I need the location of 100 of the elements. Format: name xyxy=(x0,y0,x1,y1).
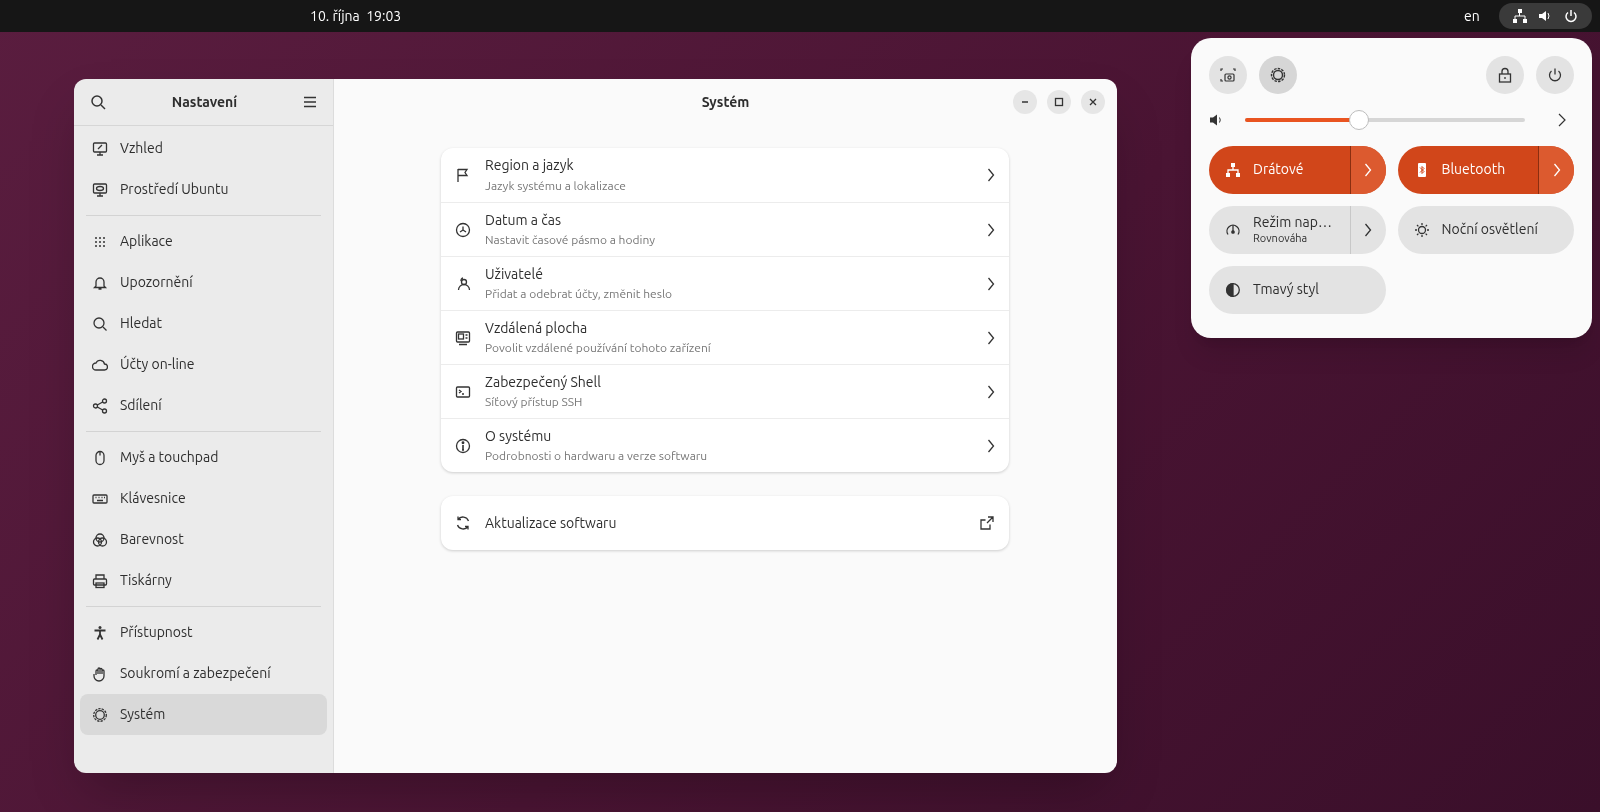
monitor-brush-icon xyxy=(92,140,108,157)
network-icon xyxy=(1225,162,1241,178)
tile-label: Režim nap… xyxy=(1253,213,1332,232)
sidebar-item[interactable]: Hledat xyxy=(80,303,327,344)
sidebar-item[interactable]: Myš a touchpad xyxy=(80,437,327,478)
sidebar-item[interactable]: Systém xyxy=(80,694,327,735)
sidebar-item[interactable]: Upozornění xyxy=(80,262,327,303)
settings-row[interactable]: Region a jazyk Jazyk systému a lokalizace xyxy=(441,148,1009,202)
keyboard-layout[interactable]: en xyxy=(1464,5,1480,27)
person-icon xyxy=(92,624,108,641)
settings-row[interactable]: Uživatelé Přidat a odebrat účty, změnit heslo xyxy=(441,256,1009,310)
tile-label: Tmavý styl xyxy=(1253,281,1319,299)
row-title: Vzdálená plocha xyxy=(485,319,589,338)
menu-icon[interactable] xyxy=(303,96,317,108)
power-icon xyxy=(1547,67,1563,83)
toggle-tile[interactable]: Drátové xyxy=(1209,146,1386,194)
row-title: Datum a čas xyxy=(485,211,562,230)
bell-icon xyxy=(92,274,108,291)
toggle-tile[interactable]: Režim nap… Rovnováha xyxy=(1209,206,1386,254)
search-icon[interactable] xyxy=(90,94,106,110)
lock-icon xyxy=(1498,67,1512,83)
settings-button[interactable] xyxy=(1259,56,1297,94)
sidebar-item[interactable]: Sdílení xyxy=(80,385,327,426)
toggle-tile[interactable]: Tmavý styl xyxy=(1209,266,1386,314)
row-title: Aktualizace softwaru xyxy=(485,513,618,533)
settings-row[interactable]: O systému Podrobnosti o hardwaru a verze softwaru xyxy=(441,418,1009,472)
chevron-right-icon xyxy=(987,438,995,453)
power-icon xyxy=(1564,9,1579,23)
users-icon xyxy=(455,275,471,292)
contrast-icon xyxy=(1225,282,1241,298)
row-subtitle: Síťový přístup SSH xyxy=(485,394,584,410)
software-update-row[interactable]: Aktualizace softwaru xyxy=(441,496,1009,550)
settings-row[interactable]: Zabezpečený Shell Síťový přístup SSH xyxy=(441,364,1009,418)
chevron-right-icon[interactable] xyxy=(1558,113,1566,127)
system-tray[interactable] xyxy=(1499,3,1592,29)
sun-icon xyxy=(1413,222,1430,238)
settings-row[interactable]: Datum a čas Nastavit časové pásmo a hodiny xyxy=(441,202,1009,256)
chevron-right-icon xyxy=(987,276,995,291)
minimize-icon xyxy=(1021,101,1029,103)
remote-desktop-icon xyxy=(455,329,471,346)
printer-icon xyxy=(92,572,108,589)
clock[interactable]: 10. října 19:03 xyxy=(310,5,402,27)
color-circles-icon xyxy=(92,531,108,548)
toggle-tile[interactable]: Noční osvětlení xyxy=(1397,206,1574,254)
settings-row[interactable]: Vzdálená plocha Povolit vzdálené používání tohoto zařízení xyxy=(441,310,1009,364)
row-title: Zabezpečený Shell xyxy=(485,373,602,392)
sidebar-item[interactable]: Soukromí a zabezpečení xyxy=(80,653,327,694)
terminal-icon xyxy=(455,383,471,400)
tile-subtitle: Rovnováha xyxy=(1253,232,1309,247)
slider-thumb[interactable] xyxy=(1349,110,1369,130)
power-button[interactable] xyxy=(1536,56,1574,94)
chevron-right-icon xyxy=(1552,163,1561,177)
screenshot-button[interactable] xyxy=(1209,56,1247,94)
mouse-icon xyxy=(92,449,108,466)
sidebar-item[interactable]: Účty on-line xyxy=(80,344,327,385)
sidebar-item[interactable]: Barevnost xyxy=(80,519,327,560)
sidebar-item[interactable]: Tiskárny xyxy=(80,560,327,601)
row-title: Region a jazyk xyxy=(485,157,575,175)
close-icon xyxy=(1088,97,1098,107)
chevron-right-icon xyxy=(987,222,995,237)
chevron-right-icon xyxy=(1364,163,1372,177)
lock-button[interactable] xyxy=(1486,56,1524,94)
row-subtitle: Přidat a odebrat účty, změnit heslo xyxy=(485,286,674,302)
network-icon xyxy=(1512,9,1527,23)
chevron-right-icon xyxy=(1364,223,1372,237)
share-icon xyxy=(92,397,108,414)
row-subtitle: Jazyk systému a lokalizace xyxy=(485,177,627,193)
chevron-right-icon xyxy=(987,168,995,182)
chevron-right-icon xyxy=(987,384,995,399)
refresh-icon xyxy=(455,515,471,531)
info-icon xyxy=(455,437,471,454)
search-icon xyxy=(92,315,108,332)
monitor-eye-icon xyxy=(92,181,108,198)
sidebar-item[interactable]: Aplikace xyxy=(80,221,327,262)
window-title: Systém xyxy=(701,93,750,112)
sidebar-item[interactable]: Vzhled xyxy=(80,128,327,169)
sidebar-title: Nastavení xyxy=(171,92,238,112)
external-link-icon xyxy=(979,515,995,531)
sidebar-item[interactable]: Prostředí Ubuntu xyxy=(80,169,327,210)
row-subtitle: Nastavit časové pásmo a hodiny xyxy=(485,232,656,248)
chevron-right-icon xyxy=(987,330,995,345)
toggle-tile[interactable]: Bluetooth xyxy=(1397,146,1574,194)
gauge-icon xyxy=(1225,222,1241,238)
speaker-icon xyxy=(1538,9,1553,23)
tile-label: Bluetooth xyxy=(1441,161,1506,179)
flag-icon xyxy=(455,167,471,183)
sidebar-item[interactable]: Klávesnice xyxy=(80,478,327,519)
volume-slider[interactable] xyxy=(1245,108,1525,132)
close-button[interactable] xyxy=(1081,90,1105,114)
row-title: Uživatelé xyxy=(485,265,544,284)
maximize-button[interactable] xyxy=(1047,90,1071,114)
clock-icon xyxy=(455,221,471,238)
row-subtitle: Povolit vzdálené používání tohoto zařízení xyxy=(485,340,712,356)
sidebar-item[interactable]: Přístupnost xyxy=(80,612,327,653)
tile-label: Drátové xyxy=(1253,161,1304,179)
maximize-icon xyxy=(1054,97,1064,107)
camera-icon xyxy=(1220,67,1236,83)
row-title: O systému xyxy=(485,427,553,446)
settings-icon xyxy=(1269,66,1287,84)
row-subtitle: Podrobnosti o hardwaru a verze softwaru xyxy=(485,448,709,464)
